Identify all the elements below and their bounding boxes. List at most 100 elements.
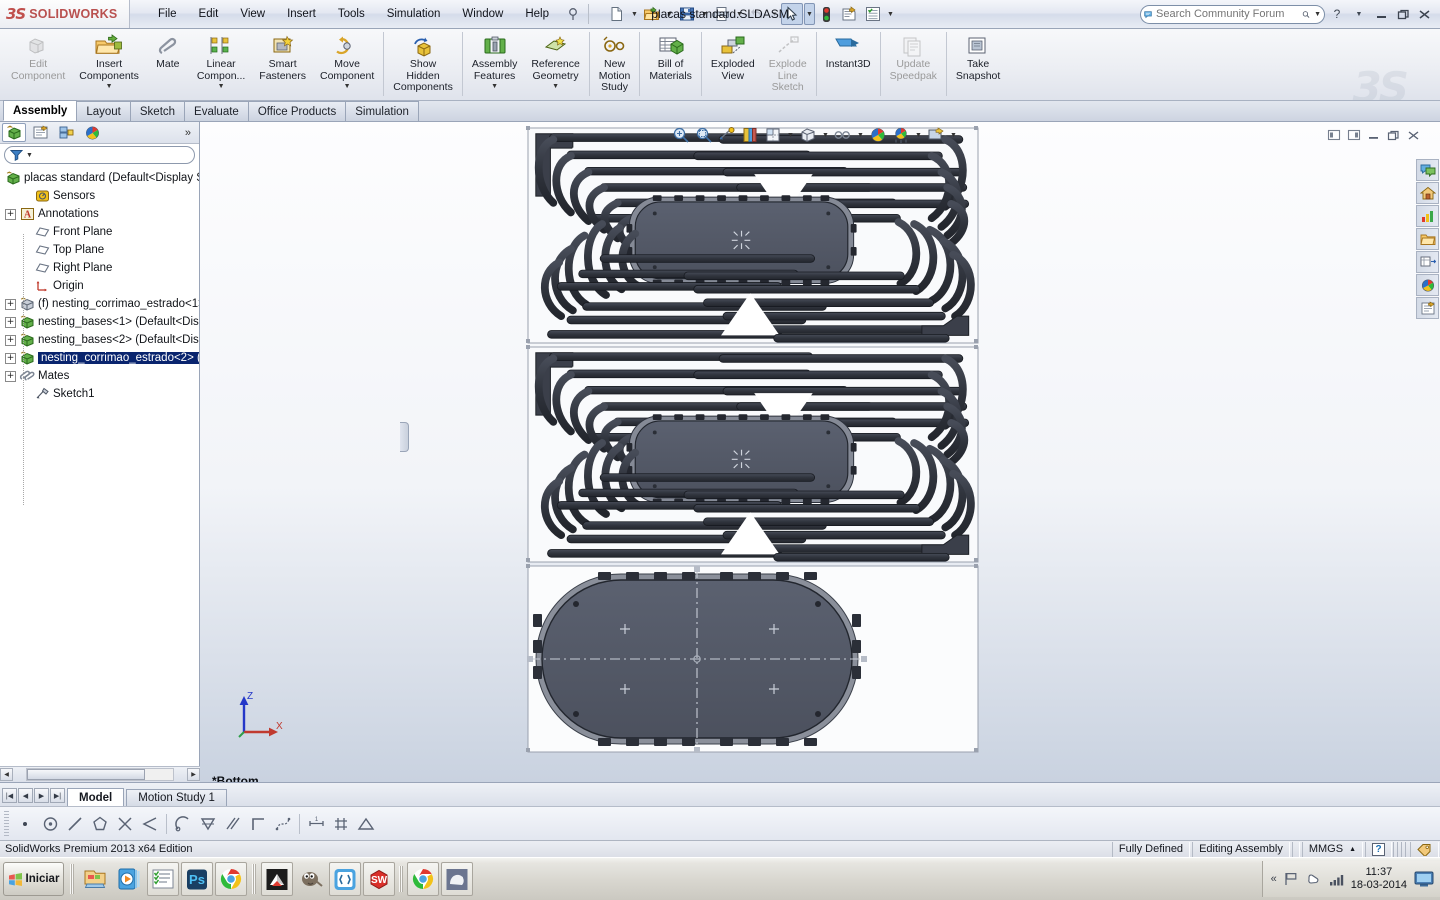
property-manager-tab[interactable] — [28, 123, 52, 142]
select-tool-dropdown-icon[interactable]: ▼ — [803, 3, 815, 25]
feature-manager-tab[interactable] — [2, 123, 26, 142]
generic-window-icon[interactable] — [441, 862, 473, 896]
undo-icon[interactable] — [746, 3, 768, 25]
tab-assembly[interactable]: Assembly — [3, 100, 78, 121]
menu-item-insert[interactable]: Insert — [277, 4, 326, 24]
rebuild-icon[interactable] — [816, 3, 838, 25]
tree-node-annotations[interactable]: + A Annotations — [3, 205, 199, 223]
sketch-app-icon[interactable] — [261, 862, 293, 896]
tree-node-nesting-bases-1[interactable]: + nesting_bases<1> (Default<Disp — [3, 313, 199, 331]
feature-manager-more-tabs[interactable]: » — [185, 127, 197, 139]
tree-node-nesting-corrimao-estrado-2[interactable]: + nesting_corrimao_estrado<2> (D — [3, 349, 199, 367]
photoshop-icon[interactable]: Ps — [181, 862, 213, 896]
hide-show-items-dropdown-icon[interactable]: ▼ — [855, 124, 866, 146]
hscroll-thumb[interactable] — [27, 769, 145, 780]
status-resize-grip[interactable] — [1393, 841, 1409, 857]
grid-icon[interactable] — [329, 811, 353, 837]
pin-menu-icon[interactable] — [563, 3, 585, 25]
tab-nav-first[interactable]: |◀ — [2, 788, 17, 803]
chrome-window-icon[interactable] — [407, 862, 439, 896]
solidworks-icon[interactable]: SW — [363, 862, 395, 896]
ribbon-button-move-component[interactable]: Move Component ▼ — [313, 29, 381, 99]
ribbon-button-mate[interactable]: Mate — [146, 29, 190, 99]
display-style-icon[interactable] — [797, 124, 819, 146]
measure-icon[interactable] — [354, 811, 378, 837]
nesting-sheet-2[interactable] — [526, 345, 979, 562]
tab-sketch[interactable]: Sketch — [129, 101, 186, 121]
angle-icon[interactable] — [138, 811, 162, 837]
reference-geometry-dropdown-icon[interactable]: ▼ — [552, 83, 559, 90]
apply-scene-icon[interactable] — [890, 124, 912, 146]
ribbon-button-instant3d[interactable]: Instant3D — [819, 29, 878, 99]
view-orientation-icon[interactable] — [762, 124, 784, 146]
tab-motion-study-1[interactable]: Motion Study 1 — [126, 789, 227, 806]
tab-evaluate[interactable]: Evaluate — [184, 101, 249, 121]
ribbon-button-insert-components[interactable]: Insert Components ▼ — [72, 29, 146, 99]
design-library-icon[interactable] — [1416, 182, 1439, 204]
ribbon-button-show-hidden-components[interactable]: Show Hidden Components — [386, 29, 460, 99]
ribbon-button-exploded-view[interactable]: Exploded View — [704, 29, 762, 99]
units-dropdown-icon[interactable]: ▲ — [1349, 846, 1356, 853]
print-icon[interactable] — [711, 3, 733, 25]
zoom-to-area-icon[interactable] — [693, 124, 715, 146]
open-document-icon[interactable] — [641, 3, 663, 25]
view-orientation-dropdown-icon[interactable]: ▼ — [785, 124, 796, 146]
line-icon[interactable] — [63, 811, 87, 837]
toolbar-grip[interactable] — [4, 810, 9, 837]
section-view-icon[interactable] — [739, 124, 761, 146]
tab-simulation[interactable]: Simulation — [345, 101, 419, 121]
zoom-to-fit-icon[interactable] — [670, 124, 692, 146]
restore-window-button[interactable] — [1393, 5, 1413, 23]
search-folder-icon[interactable] — [1416, 228, 1439, 250]
point-icon[interactable] — [13, 811, 37, 837]
linear-component-pattern-dropdown-icon[interactable]: ▼ — [218, 83, 225, 90]
circle-icon[interactable] — [38, 811, 62, 837]
menu-item-help[interactable]: Help — [515, 4, 559, 24]
expand-annotations-icon[interactable]: + — [5, 208, 16, 220]
print-dropdown-icon[interactable]: ▼ — [734, 3, 745, 25]
parallel-icon[interactable] — [221, 811, 245, 837]
ribbon-button-assembly-features[interactable]: Assembly Features ▼ — [465, 29, 525, 99]
display-style-dropdown-icon[interactable]: ▼ — [820, 124, 831, 146]
insert-components-dropdown-icon[interactable]: ▼ — [106, 83, 113, 90]
hscroll-track[interactable] — [26, 768, 174, 781]
expand-mates-icon[interactable]: + — [5, 370, 16, 382]
ribbon-button-smart-fasteners[interactable]: Smart Fasteners — [252, 29, 313, 99]
windows-explorer-icon[interactable] — [79, 862, 111, 896]
intersection-icon[interactable] — [113, 811, 137, 837]
custom-properties-icon[interactable] — [1416, 297, 1439, 319]
close-window-button[interactable] — [1415, 5, 1435, 23]
new-document-icon[interactable] — [606, 3, 628, 25]
chrome-icon[interactable] — [215, 862, 247, 896]
tree-node-right-plane[interactable]: Right Plane — [3, 259, 199, 277]
restore-right-icon[interactable] — [1345, 128, 1362, 143]
graphics-restore-button[interactable] — [1385, 128, 1402, 143]
previous-view-icon[interactable] — [716, 124, 738, 146]
tree-node-top-plane[interactable]: Top Plane — [3, 241, 199, 259]
help-icon[interactable]: ? — [1327, 5, 1347, 23]
spline-icon[interactable] — [271, 811, 295, 837]
save-icon[interactable] — [676, 3, 698, 25]
file-explorer-icon[interactable] — [1416, 205, 1439, 227]
start-button[interactable]: Iniciar — [3, 862, 64, 896]
expand-component-icon[interactable]: + — [5, 316, 16, 328]
status-tag-icon[interactable] — [1410, 841, 1439, 857]
assembly-features-dropdown-icon[interactable]: ▼ — [491, 83, 498, 90]
graphics-close-button[interactable] — [1405, 128, 1422, 143]
brackets-icon[interactable] — [329, 862, 361, 896]
hscroll-right-arrow[interactable]: ▶ — [187, 768, 200, 781]
tab-nav-next[interactable]: ▶ — [34, 788, 49, 803]
open-document-dropdown-icon[interactable]: ▼ — [664, 3, 675, 25]
ribbon-button-take-snapshot[interactable]: Take Snapshot — [949, 29, 1007, 99]
tab-office-products[interactable]: Office Products — [247, 101, 347, 121]
network-icon[interactable] — [1328, 872, 1345, 887]
tasks-list-icon[interactable] — [147, 862, 179, 896]
show-hidden-icons-icon[interactable]: « — [1271, 873, 1277, 885]
select-tool-icon[interactable] — [780, 3, 803, 25]
menu-item-simulation[interactable]: Simulation — [377, 4, 451, 24]
edit-appearance-icon[interactable] — [867, 124, 889, 146]
nesting-sheet-3-plate[interactable] — [526, 564, 979, 753]
ribbon-button-linear-component-pattern[interactable]: Linear Compon... ▼ — [190, 29, 252, 99]
solidworks-resources-icon[interactable] — [1416, 159, 1439, 181]
filter-dropdown-icon[interactable]: ▼ — [26, 152, 33, 159]
